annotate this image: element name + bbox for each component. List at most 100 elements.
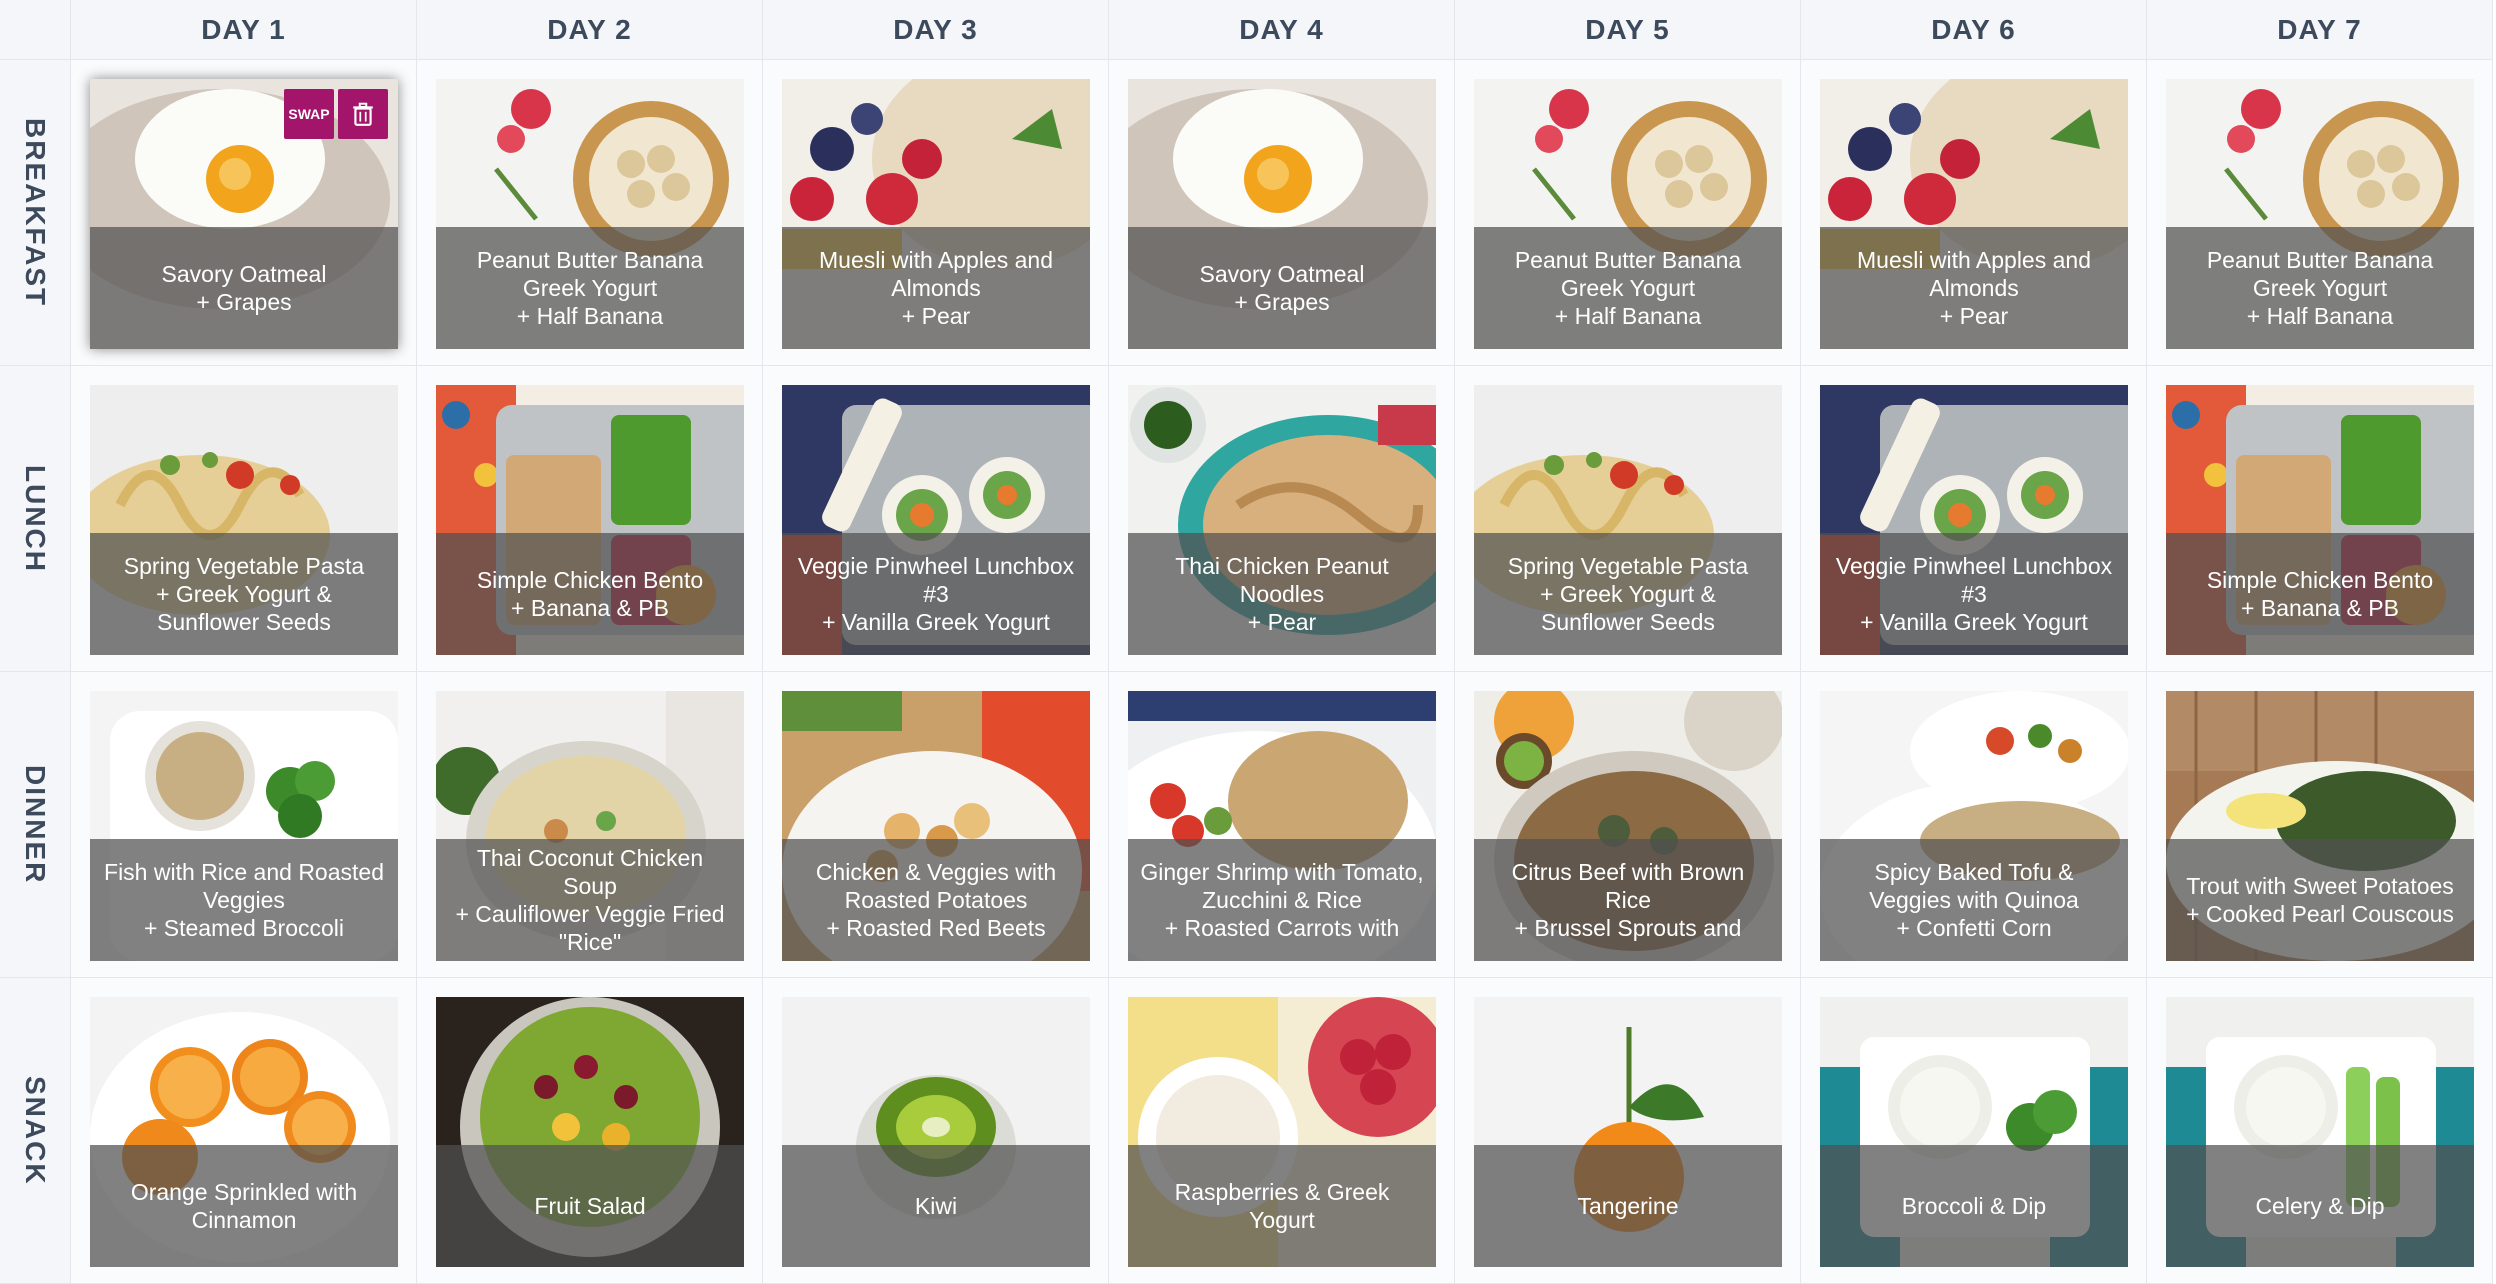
- recipe-caption: Savory Oatmeal + Grapes: [1128, 227, 1436, 349]
- recipe-card[interactable]: Spring Vegetable Pasta + Greek Yogurt & S…: [1474, 385, 1782, 655]
- meal-slot: Raspberries & Greek Yogurt: [1109, 978, 1455, 1284]
- meal-header-lunch: LUNCH: [0, 366, 71, 672]
- day-header-3: DAY 3: [763, 0, 1109, 60]
- recipe-caption: Broccoli & Dip: [1820, 1145, 2128, 1267]
- recipe-side: + Greek Yogurt & Sunflower Seeds: [1540, 581, 1716, 635]
- recipe-side: + Steamed Broccoli: [143, 915, 345, 941]
- recipe-card[interactable]: Peanut Butter Banana Greek Yogurt + Half …: [2166, 79, 2474, 349]
- recipe-card[interactable]: Ginger Shrimp with Tomato, Zucchini & Ri…: [1128, 691, 1436, 961]
- meal-slot: Veggie Pinwheel Lunchbox #3 + Vanilla Gre…: [763, 366, 1109, 672]
- recipe-card[interactable]: Broccoli & Dip: [1820, 997, 2128, 1267]
- recipe-card[interactable]: Chicken & Veggies with Roasted Potatoes +…: [782, 691, 1090, 961]
- delete-button[interactable]: [338, 89, 388, 139]
- meal-slot: Simple Chicken Bento + Banana & PB: [417, 366, 763, 672]
- swap-button[interactable]: SWAP: [284, 89, 334, 139]
- recipe-title: Peanut Butter Banana Greek Yogurt: [476, 247, 704, 301]
- day-header-1: DAY 1: [71, 0, 417, 60]
- recipe-card[interactable]: Fruit Salad: [436, 997, 744, 1267]
- recipe-caption: Fruit Salad: [436, 1145, 744, 1267]
- recipe-caption: Peanut Butter Banana Greek Yogurt + Half …: [436, 227, 744, 349]
- recipe-card[interactable]: Peanut Butter Banana Greek Yogurt + Half …: [1474, 79, 1782, 349]
- recipe-title: Trout with Sweet Potatoes: [2186, 873, 2454, 899]
- meal-slot: Muesli with Apples and Almonds + Pear: [763, 60, 1109, 366]
- meal-slot: Peanut Butter Banana Greek Yogurt + Half …: [417, 60, 763, 366]
- recipe-card[interactable]: Raspberries & Greek Yogurt: [1128, 997, 1436, 1267]
- recipe-card[interactable]: Peanut Butter Banana Greek Yogurt + Half …: [436, 79, 744, 349]
- meal-slot: Spicy Baked Tofu & Veggies with Quinoa + …: [1801, 672, 2147, 978]
- recipe-side: + Roasted Red Beets: [826, 915, 1046, 941]
- meal-slot: Savory Oatmeal + Grapes: [1109, 60, 1455, 366]
- recipe-side: + Pear: [901, 303, 971, 329]
- recipe-card[interactable]: Citrus Beef with Brown Rice + Brussel Spr…: [1474, 691, 1782, 961]
- meal-slot: Citrus Beef with Brown Rice + Brussel Spr…: [1455, 672, 1801, 978]
- recipe-title: Veggie Pinwheel Lunchbox #3: [1835, 553, 2113, 607]
- recipe-card[interactable]: Thai Chicken Peanut Noodles + Pear: [1128, 385, 1436, 655]
- recipe-caption: Tangerine: [1474, 1145, 1782, 1267]
- recipe-card[interactable]: Orange Sprinkled with Cinnamon: [90, 997, 398, 1267]
- recipe-caption: Simple Chicken Bento + Banana & PB: [2166, 533, 2474, 655]
- meal-slot: Fish with Rice and Roasted Veggies + Stea…: [71, 672, 417, 978]
- recipe-caption: Spring Vegetable Pasta + Greek Yogurt & S…: [1474, 533, 1782, 655]
- meal-slot: Spring Vegetable Pasta + Greek Yogurt & S…: [71, 366, 417, 672]
- meal-slot: Trout with Sweet Potatoes + Cooked Pearl …: [2147, 672, 2493, 978]
- recipe-title: Kiwi: [914, 1193, 958, 1219]
- recipe-side: + Pear: [1939, 303, 2009, 329]
- recipe-caption: Raspberries & Greek Yogurt: [1128, 1145, 1436, 1267]
- recipe-caption: Citrus Beef with Brown Rice + Brussel Spr…: [1474, 839, 1782, 961]
- recipe-side: + Half Banana: [516, 303, 664, 329]
- recipe-title: Broccoli & Dip: [1901, 1193, 2047, 1219]
- meal-slot: Orange Sprinkled with Cinnamon: [71, 978, 417, 1284]
- recipe-card[interactable]: Spicy Baked Tofu & Veggies with Quinoa + …: [1820, 691, 2128, 961]
- recipe-caption: Ginger Shrimp with Tomato, Zucchini & Ri…: [1128, 839, 1436, 961]
- recipe-caption: Savory Oatmeal + Grapes: [90, 227, 398, 349]
- meal-slot: Spring Vegetable Pasta + Greek Yogurt & S…: [1455, 366, 1801, 672]
- recipe-title: Savory Oatmeal: [161, 261, 327, 287]
- meal-slot: Chicken & Veggies with Roasted Potatoes +…: [763, 672, 1109, 978]
- recipe-card[interactable]: Spring Vegetable Pasta + Greek Yogurt & S…: [90, 385, 398, 655]
- recipe-caption: Chicken & Veggies with Roasted Potatoes +…: [782, 839, 1090, 961]
- recipe-card[interactable]: Muesli with Apples and Almonds + Pear: [782, 79, 1090, 349]
- recipe-card[interactable]: Trout with Sweet Potatoes + Cooked Pearl …: [2166, 691, 2474, 961]
- recipe-title: Spring Vegetable Pasta: [123, 553, 365, 579]
- recipe-card[interactable]: Tangerine: [1474, 997, 1782, 1267]
- recipe-side: + Cooked Pearl Couscous: [2186, 901, 2454, 927]
- recipe-title: Celery & Dip: [2255, 1193, 2385, 1219]
- recipe-card[interactable]: Simple Chicken Bento + Banana & PB: [436, 385, 744, 655]
- recipe-caption: Peanut Butter Banana Greek Yogurt + Half …: [2166, 227, 2474, 349]
- recipe-card[interactable]: Muesli with Apples and Almonds + Pear: [1820, 79, 2128, 349]
- recipe-caption: Spring Vegetable Pasta + Greek Yogurt & S…: [90, 533, 398, 655]
- recipe-card[interactable]: Veggie Pinwheel Lunchbox #3 + Vanilla Gre…: [782, 385, 1090, 655]
- recipe-card[interactable]: Celery & Dip: [2166, 997, 2474, 1267]
- recipe-side: + Pear: [1247, 609, 1317, 635]
- recipe-card[interactable]: Savory Oatmeal + Grapes: [1128, 79, 1436, 349]
- recipe-card[interactable]: Fish with Rice and Roasted Veggies + Stea…: [90, 691, 398, 961]
- meal-slot: Ginger Shrimp with Tomato, Zucchini & Ri…: [1109, 672, 1455, 978]
- day-header-5: DAY 5: [1455, 0, 1801, 60]
- recipe-card[interactable]: Simple Chicken Bento + Banana & PB: [2166, 385, 2474, 655]
- recipe-title: Muesli with Apples and Almonds: [1857, 247, 2091, 301]
- meal-header-snack: SNACK: [0, 978, 71, 1284]
- meal-header-label: SNACK: [20, 1075, 51, 1186]
- recipe-side: + Banana & PB: [511, 595, 669, 621]
- recipe-title: Simple Chicken Bento: [476, 567, 704, 593]
- meal-header-label: DINNER: [20, 764, 51, 885]
- recipe-side: + Roasted Carrots with: [1164, 915, 1400, 941]
- recipe-side: + Greek Yogurt & Sunflower Seeds: [156, 581, 332, 635]
- recipe-side: + Brussel Sprouts and: [1514, 915, 1742, 941]
- grid-corner: [0, 0, 71, 60]
- recipe-caption: Celery & Dip: [2166, 1145, 2474, 1267]
- recipe-caption: Kiwi: [782, 1145, 1090, 1267]
- recipe-card[interactable]: Kiwi: [782, 997, 1090, 1267]
- card-actions: SWAP: [284, 89, 388, 139]
- recipe-card[interactable]: Veggie Pinwheel Lunchbox #3 + Vanilla Gre…: [1820, 385, 2128, 655]
- recipe-card[interactable]: Thai Coconut Chicken Soup + Cauliflower V…: [436, 691, 744, 961]
- recipe-card[interactable]: Savory Oatmeal + Grapes SWAP: [90, 79, 398, 349]
- recipe-title: Thai Chicken Peanut Noodles: [1175, 553, 1389, 607]
- recipe-side: + Grapes: [196, 289, 292, 315]
- recipe-title: Muesli with Apples and Almonds: [819, 247, 1053, 301]
- recipe-side: + Vanilla Greek Yogurt: [822, 609, 1050, 635]
- day-header-7: DAY 7: [2147, 0, 2493, 60]
- recipe-title: Peanut Butter Banana Greek Yogurt: [2206, 247, 2434, 301]
- recipe-title: Citrus Beef with Brown Rice: [1511, 859, 1745, 913]
- meal-slot: Kiwi: [763, 978, 1109, 1284]
